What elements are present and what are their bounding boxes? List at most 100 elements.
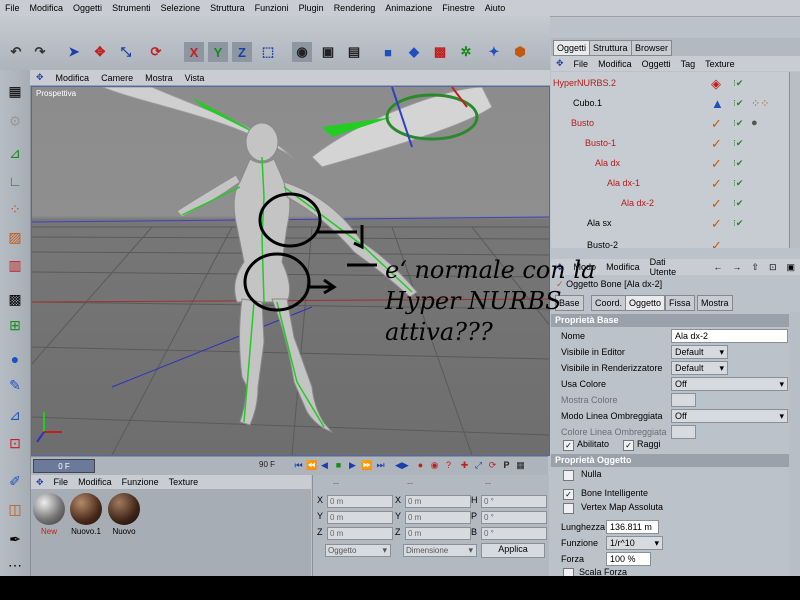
- function-select[interactable]: 1/r^10: [606, 536, 663, 550]
- visible-editor-select[interactable]: Default: [671, 345, 728, 359]
- material-menu-modifica[interactable]: Modifica: [73, 477, 117, 487]
- attribute-menu-dati-utente[interactable]: Dati Utente: [645, 257, 695, 277]
- material-menu-texture[interactable]: Texture: [164, 477, 204, 487]
- attribute-scrollbar[interactable]: [789, 312, 800, 576]
- edges-icon[interactable]: ▨: [3, 226, 27, 248]
- pointer-icon[interactable]: ➤: [64, 42, 84, 62]
- position-z-field[interactable]: 0 m: [327, 527, 393, 540]
- record-icon[interactable]: ●: [415, 460, 426, 471]
- menu-finestre[interactable]: Finestre: [437, 3, 480, 13]
- visibility-check-icon[interactable]: ⁝✔: [733, 78, 743, 89]
- grid-icon[interactable]: ⋯: [3, 554, 27, 576]
- render-settings-icon[interactable]: ▤: [344, 42, 364, 62]
- size-y-field[interactable]: 0 m: [405, 511, 471, 524]
- menu-oggetti[interactable]: Oggetti: [68, 3, 107, 13]
- prev-key-icon[interactable]: ⏪: [306, 460, 317, 471]
- goto-end-icon[interactable]: ⏭: [375, 460, 386, 471]
- next-key-icon[interactable]: ⏩: [361, 460, 372, 471]
- material-item[interactable]: New: [32, 493, 66, 536]
- scale-strength-checkbox[interactable]: [563, 568, 574, 576]
- object-row[interactable]: Busto ✓ ⁝✔ ●: [551, 114, 789, 134]
- uv-icon[interactable]: ⊞: [3, 314, 27, 336]
- texture-tag-icon[interactable]: ●: [751, 117, 758, 129]
- paint-icon[interactable]: ✎: [3, 374, 27, 396]
- nurbs-icon[interactable]: ◆: [404, 42, 424, 62]
- menu-plugin[interactable]: Plugin: [294, 3, 329, 13]
- back-arrow-icon[interactable]: ←: [708, 262, 727, 272]
- object-axis-icon[interactable]: ∟: [3, 170, 27, 192]
- parameter-key-icon[interactable]: P: [501, 460, 512, 471]
- pen-icon[interactable]: ✒: [3, 528, 27, 550]
- loop-icon[interactable]: ◀▶: [395, 460, 409, 471]
- snap-icon[interactable]: ⊡: [3, 432, 27, 454]
- viewport-menu-mostra[interactable]: Mostra: [139, 73, 179, 83]
- object-tree-scrollbar[interactable]: [789, 72, 800, 248]
- enabled-checkbox[interactable]: ✓: [563, 440, 574, 451]
- z-axis-icon[interactable]: Z: [232, 42, 252, 62]
- goto-start-icon[interactable]: ⏮: [293, 460, 304, 471]
- viewport-menu-modifica[interactable]: Modifica: [50, 73, 96, 83]
- world-coords-icon[interactable]: ⬚: [258, 42, 278, 62]
- tab-mostra[interactable]: Mostra: [697, 295, 733, 311]
- polygons-icon[interactable]: ▥: [3, 254, 27, 276]
- null-checkbox[interactable]: [563, 470, 574, 481]
- mesh-icon[interactable]: ⚙: [3, 110, 27, 132]
- keyframe-selection-icon[interactable]: ?: [443, 460, 454, 471]
- menu-selezione[interactable]: Selezione: [156, 3, 206, 13]
- viewport-menu-camere[interactable]: Camere: [95, 73, 139, 83]
- menu-strumenti[interactable]: Strumenti: [107, 3, 156, 13]
- texture-icon[interactable]: ▩: [3, 288, 27, 310]
- deformer-icon[interactable]: ▩: [430, 42, 450, 62]
- move-icon[interactable]: ✥: [90, 42, 110, 62]
- pla-key-icon[interactable]: ▦: [515, 460, 526, 471]
- scale-key-icon[interactable]: ⤢: [473, 460, 484, 471]
- visibility-check-icon[interactable]: ⁝✔: [733, 198, 743, 209]
- object-row[interactable]: Busto-2 ✓: [551, 236, 789, 248]
- new-window-icon[interactable]: ▣: [781, 262, 800, 273]
- material-menu-file[interactable]: File: [49, 477, 74, 487]
- absolute-vertex-map-checkbox[interactable]: [563, 503, 574, 514]
- material-item[interactable]: Nuovo.1: [69, 493, 103, 536]
- coord-mode-select[interactable]: Oggetto: [325, 544, 391, 557]
- sculpt-icon[interactable]: ●: [3, 348, 27, 370]
- position-key-icon[interactable]: ✚: [459, 460, 470, 471]
- tab-oggetto[interactable]: Oggetto: [625, 295, 666, 311]
- visibility-check-icon[interactable]: ⁝✔: [733, 118, 743, 129]
- rotation-b-field[interactable]: 0 °: [481, 527, 547, 540]
- play-icon[interactable]: ▶: [347, 460, 358, 471]
- object-pin-icon[interactable]: ✥: [551, 58, 569, 69]
- visible-render-select[interactable]: Default: [671, 361, 728, 375]
- visibility-check-icon[interactable]: ⁝✔: [733, 218, 743, 229]
- object-menu-modifica[interactable]: Modifica: [593, 59, 637, 69]
- material-pin-icon[interactable]: ✥: [31, 477, 49, 488]
- viewport-pin-icon[interactable]: ✥: [30, 72, 50, 83]
- rays-checkbox[interactable]: ✓: [623, 440, 634, 451]
- render-picture-icon[interactable]: ▣: [318, 42, 338, 62]
- axis-icon[interactable]: ⊿: [3, 142, 27, 164]
- object-menu-file[interactable]: File: [569, 59, 594, 69]
- nome-field[interactable]: Ala dx-2: [671, 329, 788, 343]
- prev-frame-icon[interactable]: ◀: [319, 460, 330, 471]
- lock-icon[interactable]: ⊡: [764, 262, 782, 273]
- menu-aiuto[interactable]: Aiuto: [480, 3, 511, 13]
- menu-file[interactable]: File: [0, 3, 25, 13]
- position-y-field[interactable]: 0 m: [327, 511, 393, 524]
- size-x-field[interactable]: 0 m: [405, 495, 471, 508]
- smart-bone-checkbox[interactable]: ✓: [563, 489, 574, 500]
- tab-struttura[interactable]: Struttura: [589, 40, 632, 56]
- scene-icon[interactable]: ✲: [456, 42, 476, 62]
- visibility-check-icon[interactable]: ⁝✔: [733, 158, 743, 169]
- visibility-check-icon[interactable]: ⁝✔: [733, 98, 743, 109]
- object-row[interactable]: Busto-1 ✓ ⁝✔: [551, 134, 789, 154]
- cube-icon[interactable]: ■: [378, 42, 398, 62]
- auto-key-icon[interactable]: ◉: [429, 460, 440, 471]
- y-axis-icon[interactable]: Y: [208, 42, 228, 62]
- rotate-icon[interactable]: ⟳: [146, 42, 166, 62]
- menu-rendering[interactable]: Rendering: [329, 3, 381, 13]
- tab-fissa[interactable]: Fissa: [665, 295, 695, 311]
- visibility-check-icon[interactable]: ⁝✔: [733, 138, 743, 149]
- object-menu-texture[interactable]: Texture: [700, 59, 740, 69]
- material-tag-icon[interactable]: ⁘⁘: [751, 97, 769, 110]
- rotation-p-field[interactable]: 0 °: [481, 511, 547, 524]
- object-row[interactable]: HyperNURBS.2 ◈ ⁝✔: [551, 74, 789, 94]
